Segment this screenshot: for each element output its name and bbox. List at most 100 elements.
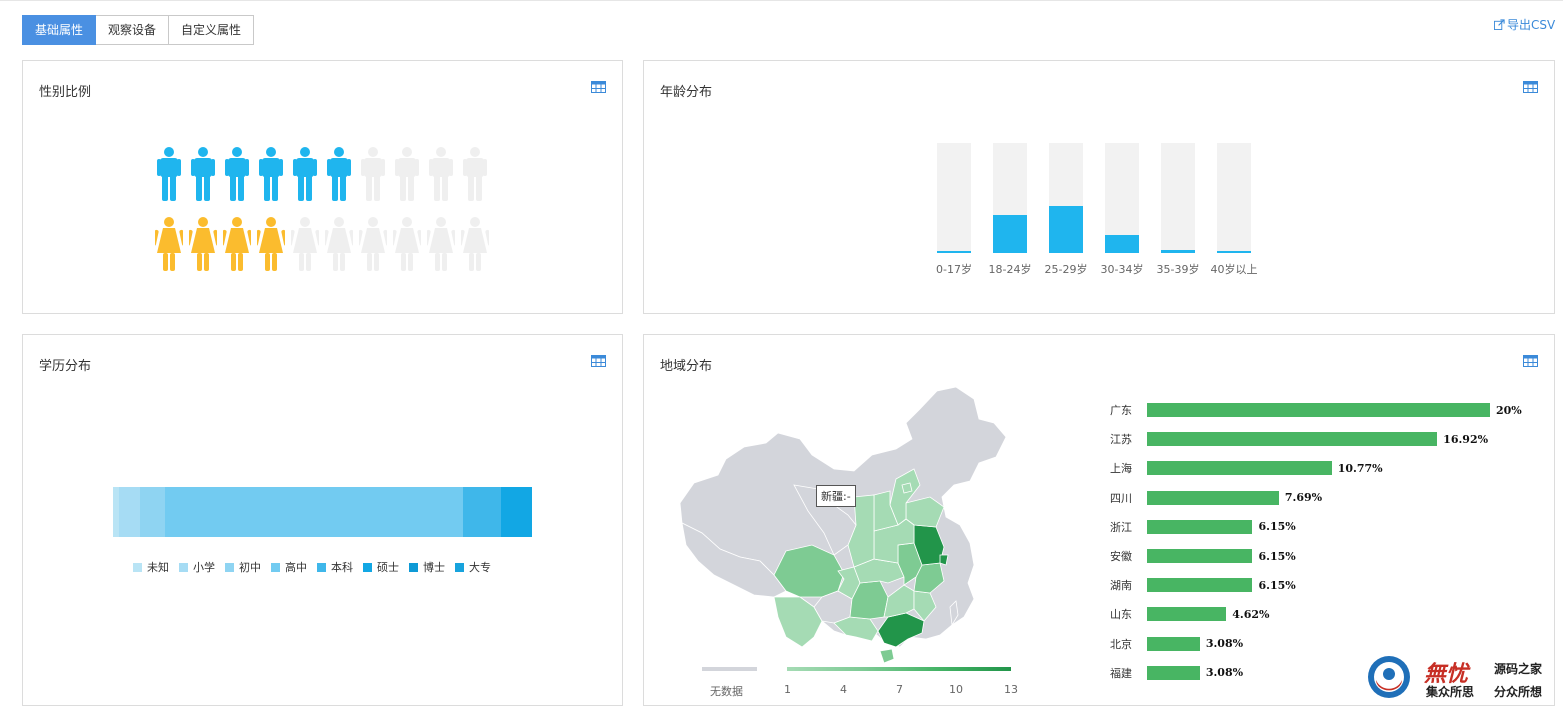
region-name: 江苏 bbox=[1110, 433, 1132, 447]
male-person-icon bbox=[259, 147, 283, 201]
region-value-label: 10.77% bbox=[1337, 461, 1383, 475]
table-view-icon[interactable] bbox=[591, 81, 606, 93]
education-legend-item[interactable]: 本科 bbox=[317, 559, 353, 575]
female-person-empty-icon bbox=[427, 217, 455, 271]
legend-label: 高中 bbox=[285, 561, 307, 574]
map-legend-tick: 7 bbox=[896, 683, 903, 696]
age-bar[interactable] bbox=[937, 250, 971, 253]
education-segment[interactable] bbox=[165, 487, 463, 537]
map-legend-gradient[interactable] bbox=[787, 667, 1011, 671]
region-bar[interactable] bbox=[1147, 461, 1332, 476]
region-bar[interactable] bbox=[1147, 665, 1200, 680]
map-hainan bbox=[879, 648, 895, 664]
region-bar[interactable] bbox=[1147, 607, 1227, 622]
education-panel-title: 学历分布 bbox=[39, 359, 92, 374]
region-bar[interactable] bbox=[1147, 636, 1200, 651]
region-value-label: 7.69% bbox=[1284, 491, 1323, 505]
male-person-empty-icon bbox=[395, 147, 419, 201]
table-view-icon[interactable] bbox=[591, 355, 606, 367]
region-name: 福建 bbox=[1110, 666, 1132, 680]
map-tooltip: 新疆:- bbox=[816, 485, 856, 507]
table-view-icon[interactable] bbox=[1523, 355, 1538, 367]
legend-swatch bbox=[271, 562, 280, 572]
region-bar-row: 山东 4.62% bbox=[1110, 607, 1270, 622]
age-category-label: 30-34岁 bbox=[1100, 263, 1144, 276]
region-bar-row: 北京 3.08% bbox=[1110, 636, 1243, 651]
education-legend-item[interactable]: 大专 bbox=[455, 559, 491, 575]
male-person-empty-icon bbox=[361, 147, 385, 201]
education-panel: 学历分布 未知 小学 初中 高中 本科 硕士 博士 大专 bbox=[22, 334, 623, 706]
region-value-label: 3.08% bbox=[1205, 666, 1244, 680]
male-person-empty-icon bbox=[429, 147, 453, 201]
region-name: 广东 bbox=[1110, 404, 1132, 417]
female-person-icon bbox=[155, 217, 183, 271]
education-legend: 未知 小学 初中 高中 本科 硕士 博士 大专 bbox=[133, 559, 491, 575]
tab-observed-devices[interactable]: 观察设备 bbox=[96, 15, 170, 45]
region-bar[interactable] bbox=[1147, 578, 1253, 593]
region-value-label: 4.62% bbox=[1232, 607, 1270, 621]
education-segment[interactable] bbox=[140, 487, 166, 537]
region-bar-row: 上海 10.77% bbox=[1110, 461, 1383, 476]
map-legend-tick: 13 bbox=[1004, 683, 1018, 696]
education-segment[interactable] bbox=[462, 487, 501, 537]
map-legend-tick: 1 bbox=[784, 683, 791, 696]
education-legend-item[interactable]: 硕士 bbox=[363, 559, 399, 575]
age-bar-track bbox=[1049, 143, 1083, 253]
age-bar[interactable] bbox=[1049, 205, 1083, 253]
region-bar-row: 浙江 6.15% bbox=[1110, 519, 1296, 534]
education-stacked-bar bbox=[113, 487, 532, 537]
region-name: 浙江 bbox=[1110, 520, 1132, 534]
education-legend-item[interactable]: 博士 bbox=[409, 559, 445, 575]
watermark-line1: 源码之家 bbox=[1494, 662, 1543, 676]
region-bar-row: 四川 7.69% bbox=[1110, 490, 1323, 505]
education-legend-item[interactable]: 初中 bbox=[225, 559, 261, 575]
region-bar[interactable] bbox=[1147, 432, 1438, 447]
age-bar[interactable] bbox=[1161, 249, 1195, 253]
export-csv-link[interactable]: 导出CSV bbox=[1494, 16, 1555, 33]
age-bar[interactable] bbox=[1217, 250, 1251, 253]
age-bar-track bbox=[1161, 143, 1195, 253]
education-segment[interactable] bbox=[500, 487, 532, 537]
female-person-icon bbox=[223, 217, 251, 271]
age-bar[interactable] bbox=[993, 214, 1027, 253]
map-legend-nodata-swatch bbox=[702, 667, 757, 671]
age-bar-track bbox=[1217, 143, 1251, 253]
region-bar-row: 广东 20% bbox=[1110, 403, 1522, 417]
male-icon-row bbox=[157, 147, 487, 201]
age-category-label: 25-29岁 bbox=[1044, 263, 1088, 276]
tab-basic-attributes[interactable]: 基础属性 bbox=[22, 15, 97, 45]
education-legend-item[interactable]: 高中 bbox=[271, 559, 307, 575]
export-csv-label: 导出CSV bbox=[1507, 18, 1556, 32]
table-view-icon[interactable] bbox=[1523, 81, 1538, 93]
education-legend-item[interactable]: 未知 bbox=[133, 559, 169, 575]
legend-label: 初中 bbox=[239, 561, 261, 574]
region-panel: 地域分布 新疆:- 无数据 1 4 7 10 13 广东 20% 江苏 16.9… bbox=[643, 334, 1555, 706]
export-icon bbox=[1494, 19, 1505, 30]
region-bar[interactable] bbox=[1147, 403, 1490, 417]
age-bar-track bbox=[937, 143, 971, 253]
region-bar[interactable] bbox=[1147, 519, 1253, 534]
legend-label: 本科 bbox=[331, 561, 353, 574]
map-legend-tick: 4 bbox=[840, 683, 847, 696]
region-name: 上海 bbox=[1110, 462, 1132, 476]
region-bar[interactable] bbox=[1147, 490, 1279, 505]
age-bar[interactable] bbox=[1105, 235, 1139, 253]
region-panel-title: 地域分布 bbox=[660, 359, 713, 374]
region-bar-row: 安徽 6.15% bbox=[1110, 549, 1296, 563]
legend-label: 博士 bbox=[423, 561, 445, 574]
education-legend-item[interactable]: 小学 bbox=[179, 559, 215, 575]
region-value-label: 6.15% bbox=[1258, 578, 1296, 592]
region-bar[interactable] bbox=[1147, 549, 1253, 563]
legend-swatch bbox=[363, 562, 372, 572]
region-bar-row: 江苏 16.92% bbox=[1110, 432, 1488, 447]
gender-panel-title: 性别比例 bbox=[39, 85, 92, 100]
legend-label: 未知 bbox=[147, 561, 169, 574]
education-segment[interactable] bbox=[119, 487, 141, 537]
female-icon-row bbox=[155, 217, 489, 271]
female-person-empty-icon bbox=[291, 217, 319, 271]
region-bar-row: 福建 3.08% bbox=[1110, 665, 1244, 680]
male-person-icon bbox=[157, 147, 181, 201]
watermark-logo: 無忧 源码之家 集众所思 分众所想 bbox=[1366, 652, 1556, 704]
china-province-map[interactable] bbox=[674, 385, 1054, 675]
tab-custom-attributes[interactable]: 自定义属性 bbox=[169, 15, 255, 45]
